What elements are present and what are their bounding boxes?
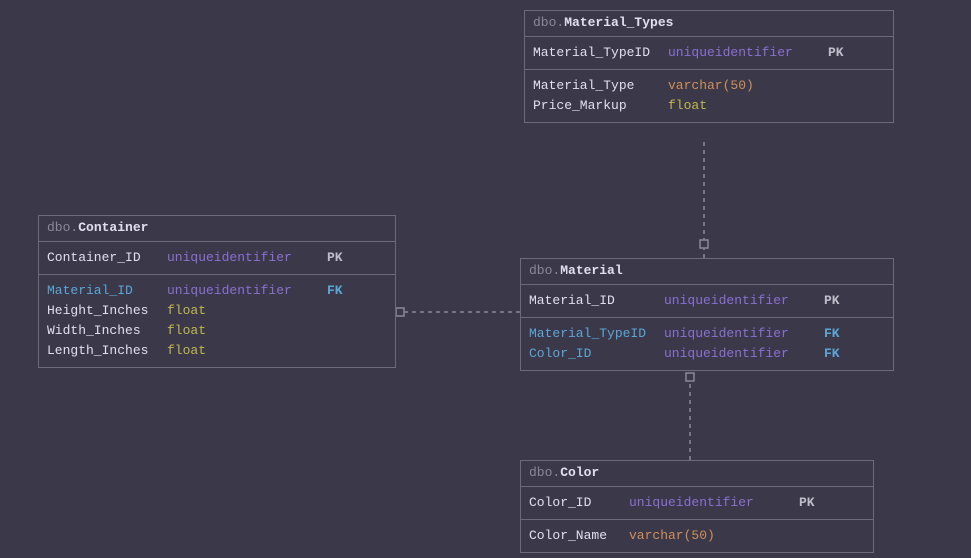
column-name: Height_Inches	[47, 301, 167, 321]
column-name: Material_ID	[529, 291, 664, 311]
column-type: varchar(50)	[668, 76, 754, 96]
schema-prefix: dbo.	[47, 220, 78, 235]
table-name: Material_Types	[564, 15, 673, 30]
column-name: Material_ID	[47, 281, 167, 301]
column-row: Width_Inches float	[47, 321, 387, 341]
column-row: Material_TypeID uniqueidentifier FK	[529, 324, 885, 344]
column-row: Height_Inches float	[47, 301, 387, 321]
column-name: Color_Name	[529, 526, 629, 546]
column-row: Material_TypeID uniqueidentifier PK	[533, 43, 885, 63]
key-badge: PK	[799, 493, 815, 513]
column-name: Color_ID	[529, 493, 629, 513]
column-type: float	[167, 321, 206, 341]
column-name: Material_Type	[533, 76, 668, 96]
column-row: Color_Name varchar(50)	[529, 526, 865, 546]
table-title: dbo.Container	[39, 216, 395, 241]
table-name: Material	[560, 263, 622, 278]
column-row: Container_ID uniqueidentifier PK	[47, 248, 387, 268]
key-badge: PK	[327, 248, 343, 268]
column-type: float	[668, 96, 707, 116]
table-color[interactable]: dbo.Color Color_ID uniqueidentifier PK C…	[520, 460, 874, 553]
column-type: varchar(50)	[629, 526, 715, 546]
key-badge: FK	[824, 324, 840, 344]
column-name: Color_ID	[529, 344, 664, 364]
cols-section: Material_TypeID uniqueidentifier FK Colo…	[521, 317, 893, 370]
table-name: Color	[560, 465, 599, 480]
pk-section: Material_ID uniqueidentifier PK	[521, 284, 893, 317]
erd-canvas: dbo.Material_Types Material_TypeID uniqu…	[0, 0, 971, 558]
column-type: uniqueidentifier	[664, 324, 824, 344]
column-row: Color_ID uniqueidentifier FK	[529, 344, 885, 364]
column-name: Price_Markup	[533, 96, 668, 116]
column-type: uniqueidentifier	[664, 291, 824, 311]
column-name: Container_ID	[47, 248, 167, 268]
column-name: Width_Inches	[47, 321, 167, 341]
cols-section: Material_ID uniqueidentifier FK Height_I…	[39, 274, 395, 367]
schema-prefix: dbo.	[529, 465, 560, 480]
schema-prefix: dbo.	[529, 263, 560, 278]
pk-section: Material_TypeID uniqueidentifier PK	[525, 36, 893, 69]
key-badge: FK	[824, 344, 840, 364]
pk-section: Container_ID uniqueidentifier PK	[39, 241, 395, 274]
column-type: float	[167, 341, 206, 361]
column-row: Material_ID uniqueidentifier PK	[529, 291, 885, 311]
column-type: uniqueidentifier	[167, 281, 327, 301]
column-name: Material_TypeID	[529, 324, 664, 344]
column-row: Length_Inches float	[47, 341, 387, 361]
column-name: Length_Inches	[47, 341, 167, 361]
cols-section: Material_Type varchar(50) Price_Markup f…	[525, 69, 893, 122]
table-material[interactable]: dbo.Material Material_ID uniqueidentifie…	[520, 258, 894, 371]
column-row: Price_Markup float	[533, 96, 885, 116]
column-name: Material_TypeID	[533, 43, 668, 63]
table-container[interactable]: dbo.Container Container_ID uniqueidentif…	[38, 215, 396, 368]
column-type: uniqueidentifier	[664, 344, 824, 364]
key-badge: PK	[824, 291, 840, 311]
column-row: Material_Type varchar(50)	[533, 76, 885, 96]
table-material-types[interactable]: dbo.Material_Types Material_TypeID uniqu…	[524, 10, 894, 123]
pk-section: Color_ID uniqueidentifier PK	[521, 486, 873, 519]
key-badge: FK	[327, 281, 343, 301]
column-type: float	[167, 301, 206, 321]
column-type: uniqueidentifier	[629, 493, 799, 513]
key-badge: PK	[828, 43, 844, 63]
column-row: Color_ID uniqueidentifier PK	[529, 493, 865, 513]
table-name: Container	[78, 220, 148, 235]
column-type: uniqueidentifier	[167, 248, 327, 268]
table-title: dbo.Color	[521, 461, 873, 486]
schema-prefix: dbo.	[533, 15, 564, 30]
table-title: dbo.Material_Types	[525, 11, 893, 36]
column-type: uniqueidentifier	[668, 43, 828, 63]
column-row: Material_ID uniqueidentifier FK	[47, 281, 387, 301]
table-title: dbo.Material	[521, 259, 893, 284]
cols-section: Color_Name varchar(50)	[521, 519, 873, 552]
